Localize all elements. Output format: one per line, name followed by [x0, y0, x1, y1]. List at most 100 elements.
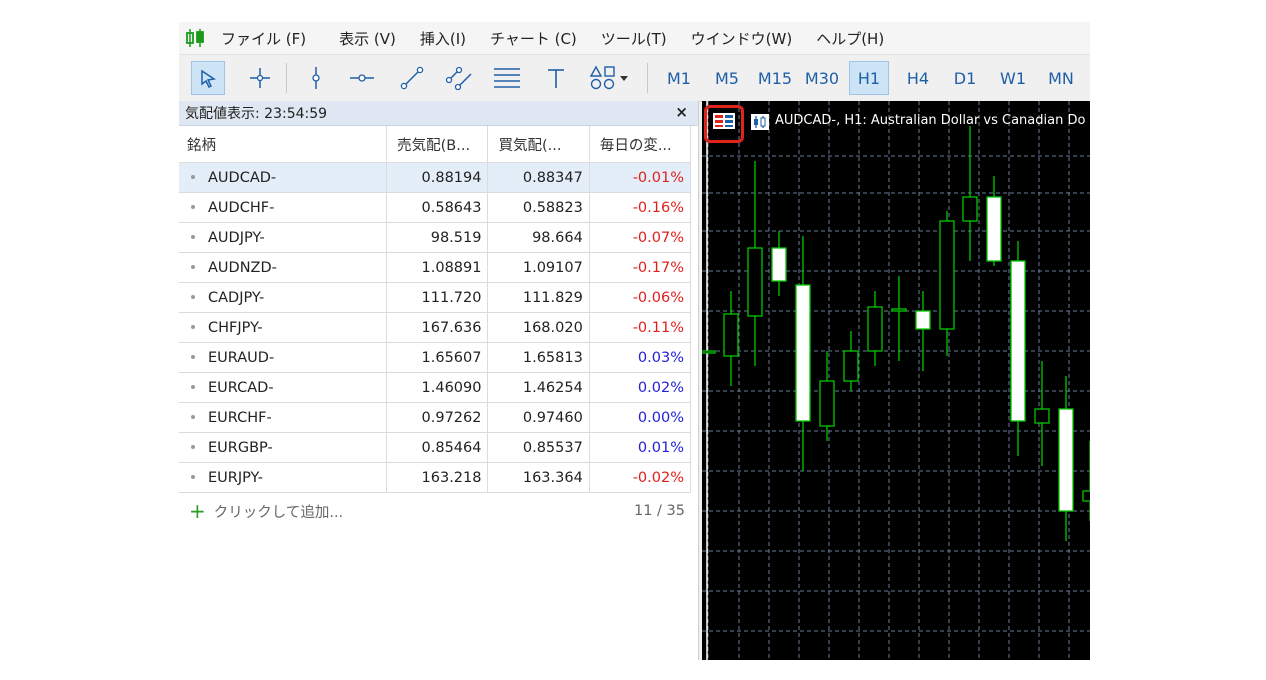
bid-cell: 1.46090: [386, 372, 489, 403]
channel-tool-button[interactable]: [442, 61, 476, 95]
menu-view[interactable]: 表示 (V): [339, 28, 396, 49]
chart-title: AUDCAD-, H1: Australian Dollar vs Canadi…: [775, 113, 1086, 128]
change-cell: -0.02%: [589, 462, 692, 493]
symbol-cell: AUDNZD-: [179, 252, 388, 283]
fibonacci-tool-button[interactable]: [490, 61, 524, 95]
table-row[interactable]: CADJPY- 111.720 111.829 -0.06%: [179, 282, 692, 313]
candle-body: [867, 306, 883, 352]
shapes-tool-button[interactable]: [584, 61, 634, 95]
table-row[interactable]: AUDJPY- 98.519 98.664 -0.07%: [179, 222, 692, 253]
candle-body: [939, 220, 955, 330]
candle-body: [915, 310, 931, 330]
timeframe-d1[interactable]: D1: [945, 61, 985, 95]
menu-chart[interactable]: チャート (C): [490, 28, 577, 49]
candle-body: [986, 196, 1002, 262]
add-symbol-row[interactable]: + クリックして追加... 11 / 35: [179, 496, 691, 526]
chart-window[interactable]: AUDCAD-, H1: Australian Dollar vs Canadi…: [702, 101, 1090, 660]
candle-body: [962, 196, 978, 222]
column-symbol[interactable]: 銘柄: [179, 126, 388, 163]
bid-cell: 0.85464: [386, 432, 489, 463]
candle-body: [819, 380, 835, 427]
candle-body: [1034, 408, 1050, 424]
vertical-line-icon: [312, 67, 320, 89]
symbol-name: AUDJPY-: [208, 229, 265, 246]
timeframe-m5[interactable]: M5: [707, 61, 747, 95]
shapes-icon: [589, 65, 628, 90]
menu-bar: ファイル (F) 表示 (V) 挿入(I) チャート (C) ツール(T) ウイ…: [179, 22, 1090, 54]
timeframe-h1[interactable]: H1: [849, 61, 889, 95]
vertical-line-tool-button[interactable]: [299, 61, 333, 95]
candle-body: [702, 350, 716, 354]
change-cell: -0.17%: [589, 252, 692, 283]
toolbar: M1 M5 M15 M30 H1 H4 D1 W1 MN: [179, 54, 1090, 102]
timeframe-m15[interactable]: M15: [754, 61, 796, 95]
timeframe-w1[interactable]: W1: [993, 61, 1033, 95]
bid-cell: 0.97262: [386, 402, 489, 433]
change-cell: -0.07%: [589, 222, 692, 253]
column-bid[interactable]: 売気配(B...: [386, 126, 489, 163]
add-symbol-label: クリックして追加...: [213, 504, 344, 521]
menu-help[interactable]: ヘルプ(H): [816, 28, 884, 49]
table-row[interactable]: EURAUD- 1.65607 1.65813 0.03%: [179, 342, 692, 373]
symbol-cell: AUDCHF-: [179, 192, 388, 223]
symbol-cell: EURCHF-: [179, 402, 388, 433]
candlestick-chart[interactable]: [702, 101, 1090, 660]
cursor-tool-button[interactable]: [191, 61, 225, 95]
table-row[interactable]: AUDNZD- 1.08891 1.09107 -0.17%: [179, 252, 692, 283]
table-row[interactable]: EURGBP- 0.85464 0.85537 0.01%: [179, 432, 692, 463]
table-row[interactable]: EURCHF- 0.97262 0.97460 0.00%: [179, 402, 692, 433]
table-row[interactable]: EURCAD- 1.46090 1.46254 0.02%: [179, 372, 692, 403]
symbol-cell: AUDCAD-: [179, 162, 388, 193]
symbol-cell: EURCAD-: [179, 372, 388, 403]
candle-body: [795, 284, 811, 422]
table-header-row: 銘柄 売気配(B... 買気配(... 毎日の変...: [179, 126, 692, 163]
menu-window[interactable]: ウインドウ(W): [691, 28, 793, 49]
candle-body: [723, 313, 739, 357]
horizontal-line-icon: [350, 74, 374, 82]
symbol-name: EURJPY-: [208, 469, 263, 486]
symbol-name: AUDNZD-: [208, 259, 277, 276]
table-row[interactable]: EURJPY- 163.218 163.364 -0.02%: [179, 462, 692, 493]
close-icon[interactable]: ×: [675, 103, 688, 121]
terminal-window: ファイル (F) 表示 (V) 挿入(I) チャート (C) ツール(T) ウイ…: [179, 22, 1090, 660]
ask-cell: 111.829: [487, 282, 590, 313]
change-cell: -0.16%: [589, 192, 692, 223]
table-row[interactable]: CHFJPY- 167.636 168.020 -0.11%: [179, 312, 692, 343]
timeframe-m30[interactable]: M30: [801, 61, 843, 95]
table-row[interactable]: AUDCAD- 0.88194 0.88347 -0.01%: [179, 162, 692, 193]
symbol-dot-icon: [191, 174, 195, 179]
menu-insert[interactable]: 挿入(I): [420, 28, 466, 49]
trendline-tool-button[interactable]: [395, 61, 429, 95]
timeframe-mn[interactable]: MN: [1041, 61, 1081, 95]
ask-cell: 98.664: [487, 222, 590, 253]
symbol-dot-icon: [191, 204, 195, 209]
symbol-dot-icon: [191, 414, 195, 419]
crosshair-tool-button[interactable]: [243, 61, 277, 95]
column-daily-change[interactable]: 毎日の変...: [589, 126, 692, 163]
quotes-table: 銘柄 売気配(B... 買気配(... 毎日の変... AUDCAD- 0.881…: [179, 126, 692, 493]
symbol-name: EURCHF-: [208, 409, 272, 426]
timeframe-h4[interactable]: H4: [898, 61, 938, 95]
market-watch-titlebar: 気配値表示: 23:54:59 ×: [179, 101, 698, 126]
horizontal-line-tool-button[interactable]: [345, 61, 379, 95]
candle-body: [843, 350, 859, 382]
bid-cell: 0.88194: [386, 162, 489, 193]
trading-panel-icon[interactable]: [712, 112, 736, 130]
text-tool-button[interactable]: [539, 61, 573, 95]
table-row[interactable]: AUDCHF- 0.58643 0.58823 -0.16%: [179, 192, 692, 223]
column-ask[interactable]: 買気配(...: [487, 126, 590, 163]
bid-cell: 167.636: [386, 312, 489, 343]
symbol-name: CADJPY-: [208, 289, 265, 306]
symbol-cell: AUDJPY-: [179, 222, 388, 253]
change-cell: -0.01%: [589, 162, 692, 193]
bid-cell: 1.65607: [386, 342, 489, 373]
change-cell: 0.02%: [589, 372, 692, 403]
menu-tools[interactable]: ツール(T): [601, 28, 667, 49]
symbol-dot-icon: [191, 474, 195, 479]
candle-body: [1058, 408, 1074, 512]
menu-file[interactable]: ファイル (F): [221, 28, 306, 49]
symbol-dot-icon: [191, 444, 195, 449]
symbol-name: CHFJPY-: [208, 319, 263, 336]
timeframe-m1[interactable]: M1: [659, 61, 699, 95]
symbol-name: EURCAD-: [208, 379, 274, 396]
